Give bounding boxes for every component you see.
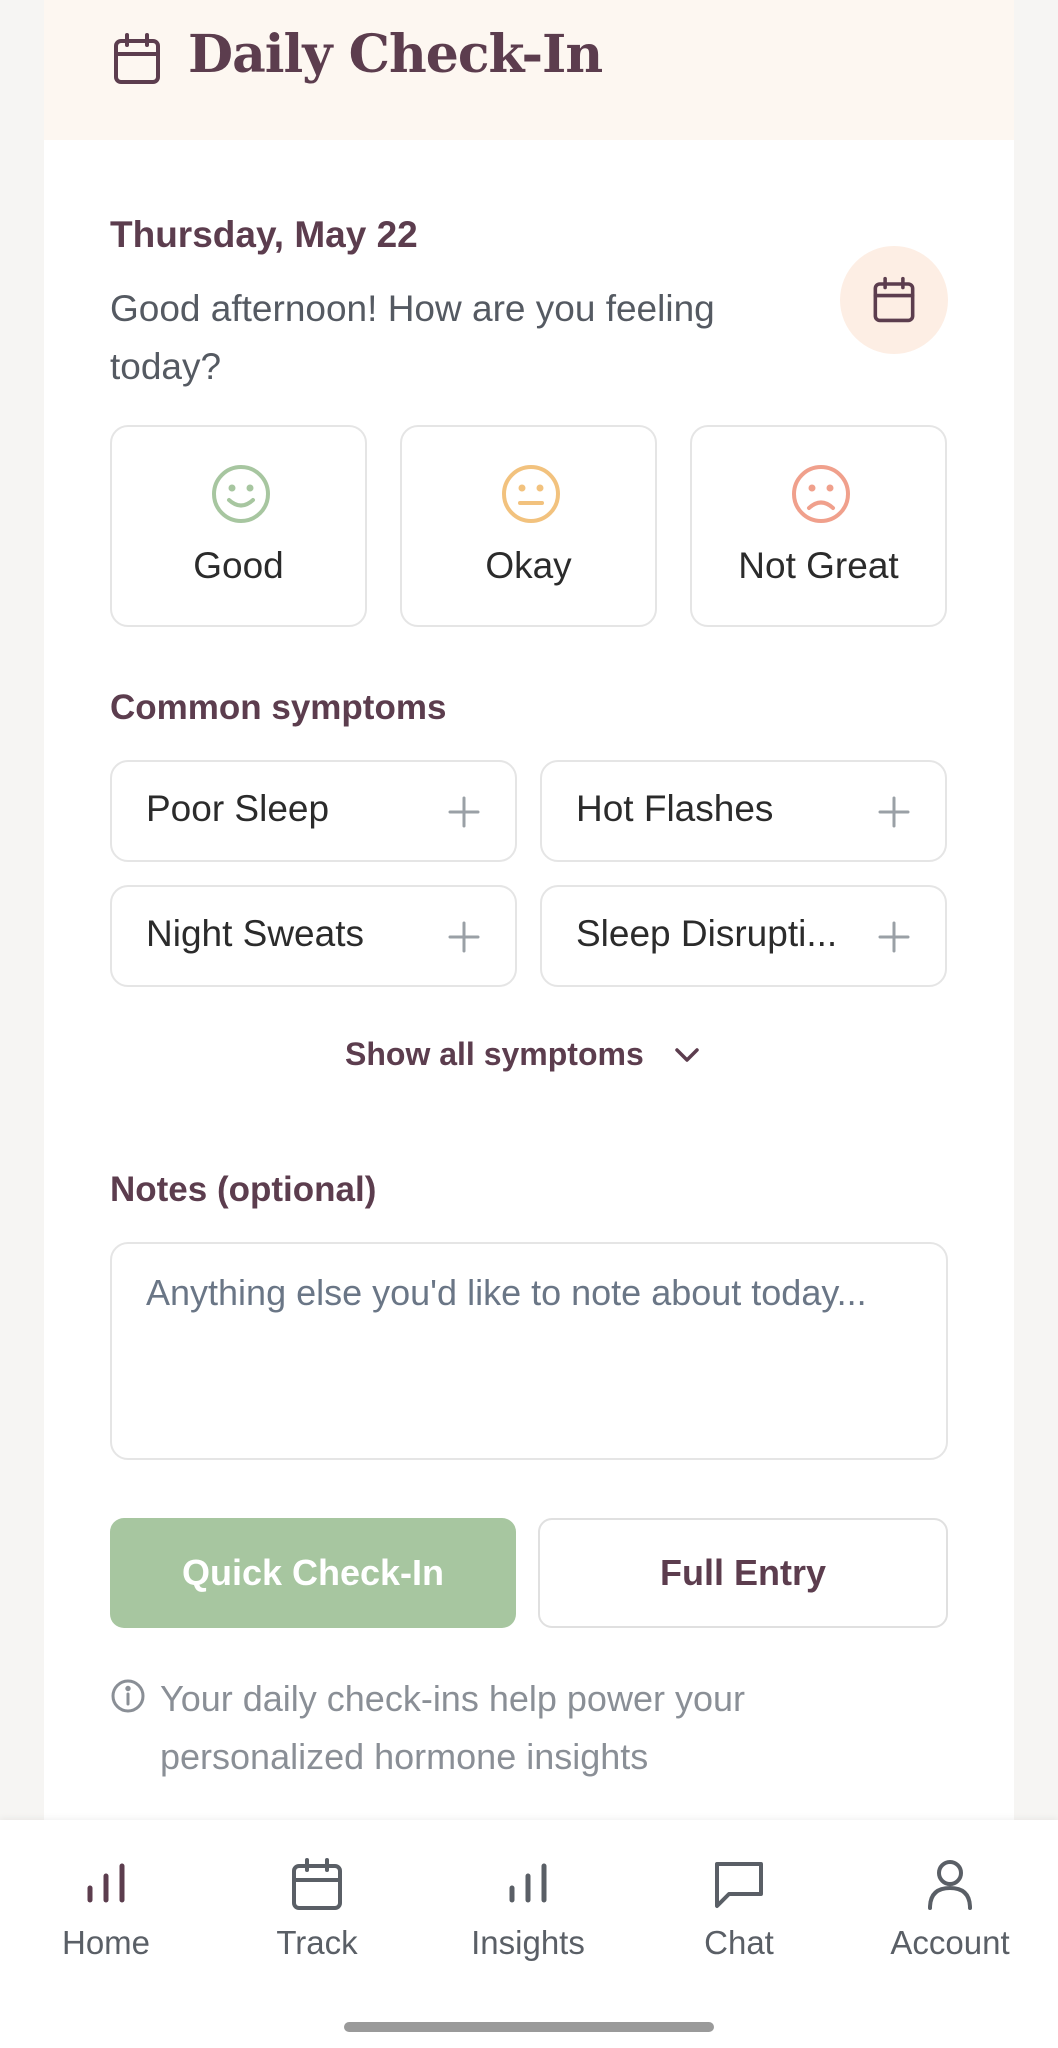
card-header: Daily Check-In bbox=[44, 0, 1014, 140]
symptom-chip-hot-flashes[interactable]: Hot Flashes bbox=[540, 760, 947, 862]
bottom-tab-bar: Home Track Insights Chat Account bbox=[0, 1820, 1058, 2048]
calendar-icon bbox=[873, 276, 915, 323]
greeting-text: Good afternoon! How are you feeling toda… bbox=[110, 288, 715, 387]
calendar-button[interactable] bbox=[840, 246, 948, 354]
symptom-chip-sleep-disruption[interactable]: Sleep Disrupti... bbox=[540, 885, 947, 987]
tab-chat[interactable]: Chat bbox=[649, 1856, 829, 1986]
notes-field[interactable] bbox=[110, 1242, 948, 1460]
plus-icon bbox=[878, 921, 910, 953]
symptom-chip-poor-sleep[interactable]: Poor Sleep bbox=[110, 760, 517, 862]
chip-label: Hot Flashes bbox=[576, 788, 774, 829]
info-icon bbox=[111, 1679, 145, 1713]
plus-icon bbox=[878, 796, 910, 828]
tab-insights[interactable]: Insights bbox=[438, 1856, 618, 1986]
checkin-card: Daily Check-In Thursday, May 22 Good aft… bbox=[44, 0, 1014, 1820]
plus-icon bbox=[448, 921, 480, 953]
tab-track[interactable]: Track bbox=[227, 1856, 407, 1986]
mood-label: Okay bbox=[485, 545, 572, 586]
smile-icon bbox=[212, 465, 270, 523]
neutral-face-icon bbox=[502, 465, 560, 523]
tab-label: Home bbox=[61, 1924, 151, 1961]
mood-okay-button[interactable]: Okay bbox=[400, 425, 657, 627]
tab-label: Track bbox=[276, 1924, 358, 1961]
bar-chart-icon bbox=[87, 1863, 125, 1903]
chip-label: Night Sweats bbox=[146, 913, 364, 954]
tab-label: Insights bbox=[471, 1924, 585, 1961]
tab-account[interactable]: Account bbox=[860, 1856, 1040, 1986]
calendar-icon bbox=[114, 33, 160, 84]
chip-label: Poor Sleep bbox=[146, 788, 330, 829]
tab-home[interactable]: Home bbox=[16, 1856, 196, 1986]
symptom-chip-night-sweats[interactable]: Night Sweats bbox=[110, 885, 517, 987]
mood-good-button[interactable]: Good bbox=[110, 425, 367, 627]
mood-not-great-button[interactable]: Not Great bbox=[690, 425, 947, 627]
user-icon bbox=[928, 1860, 972, 1910]
show-all-symptoms-button[interactable]: Show all symptoms bbox=[345, 1036, 644, 1073]
plus-icon bbox=[448, 796, 480, 828]
bar-chart-icon bbox=[509, 1863, 547, 1903]
quick-check-in-button[interactable]: Quick Check-In bbox=[110, 1518, 516, 1628]
tab-label: Chat bbox=[704, 1924, 774, 1961]
notes-title: Notes (optional) bbox=[110, 1170, 377, 1209]
symptoms-title: Common symptoms bbox=[110, 688, 447, 727]
chat-bubble-icon bbox=[715, 1862, 763, 1908]
tab-label: Account bbox=[890, 1924, 1010, 1961]
chip-label: Sleep Disrupti... bbox=[576, 913, 838, 954]
full-entry-button[interactable]: Full Entry bbox=[538, 1518, 948, 1628]
info-text: Your daily check-ins help power your per… bbox=[160, 1678, 745, 1777]
home-indicator bbox=[344, 2022, 714, 2032]
frown-icon bbox=[792, 465, 850, 523]
page-title: Daily Check-In bbox=[188, 24, 603, 85]
calendar-icon bbox=[292, 1858, 342, 1910]
mood-label: Not Great bbox=[738, 545, 899, 586]
date-label: Thursday, May 22 bbox=[110, 214, 418, 255]
mood-label: Good bbox=[193, 545, 284, 586]
chevron-down-icon[interactable] bbox=[672, 1044, 702, 1066]
